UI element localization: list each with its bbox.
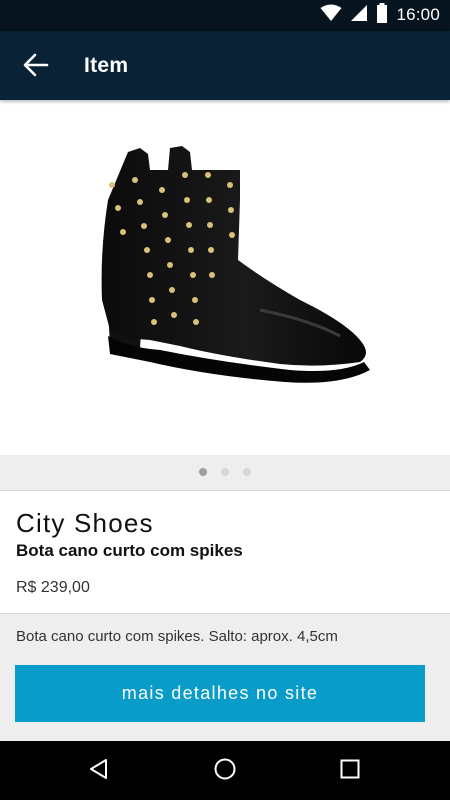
- product-brand: City Shoes: [16, 508, 154, 538]
- back-button[interactable]: [14, 45, 58, 89]
- home-circle-icon: [213, 757, 237, 786]
- nav-recents-button[interactable]: [320, 751, 380, 791]
- wifi-icon: [320, 4, 342, 27]
- cell-signal-icon: [350, 4, 368, 27]
- product-description: Bota cano curto com spikes. Salto: aprox…: [16, 628, 338, 645]
- product-card: City Shoes Bota cano curto com spikes R$…: [0, 490, 450, 614]
- recents-square-icon: [338, 757, 362, 786]
- product-image-gallery[interactable]: [0, 100, 450, 455]
- pager-dot-active[interactable]: [199, 468, 207, 476]
- nav-back-button[interactable]: [69, 751, 129, 791]
- image-pager: [0, 455, 450, 489]
- arrow-left-icon: [23, 53, 49, 82]
- back-triangle-icon: [87, 757, 111, 786]
- product-image: [101, 146, 370, 383]
- more-details-button[interactable]: mais detalhes no site: [15, 665, 425, 722]
- app-bar: Item: [0, 31, 450, 100]
- pager-dot[interactable]: [243, 468, 251, 476]
- product-price: R$ 239,00: [16, 579, 90, 596]
- nav-home-button[interactable]: [195, 751, 255, 791]
- system-nav-bar: [0, 741, 450, 800]
- pager-dot[interactable]: [221, 468, 229, 476]
- page-title: Item: [84, 54, 129, 77]
- status-icons: 16:00: [320, 2, 440, 28]
- battery-icon: [376, 2, 388, 28]
- status-time: 16:00: [396, 5, 440, 24]
- product-name: Bota cano curto com spikes: [16, 541, 243, 560]
- status-bar: 16:00: [0, 0, 450, 31]
